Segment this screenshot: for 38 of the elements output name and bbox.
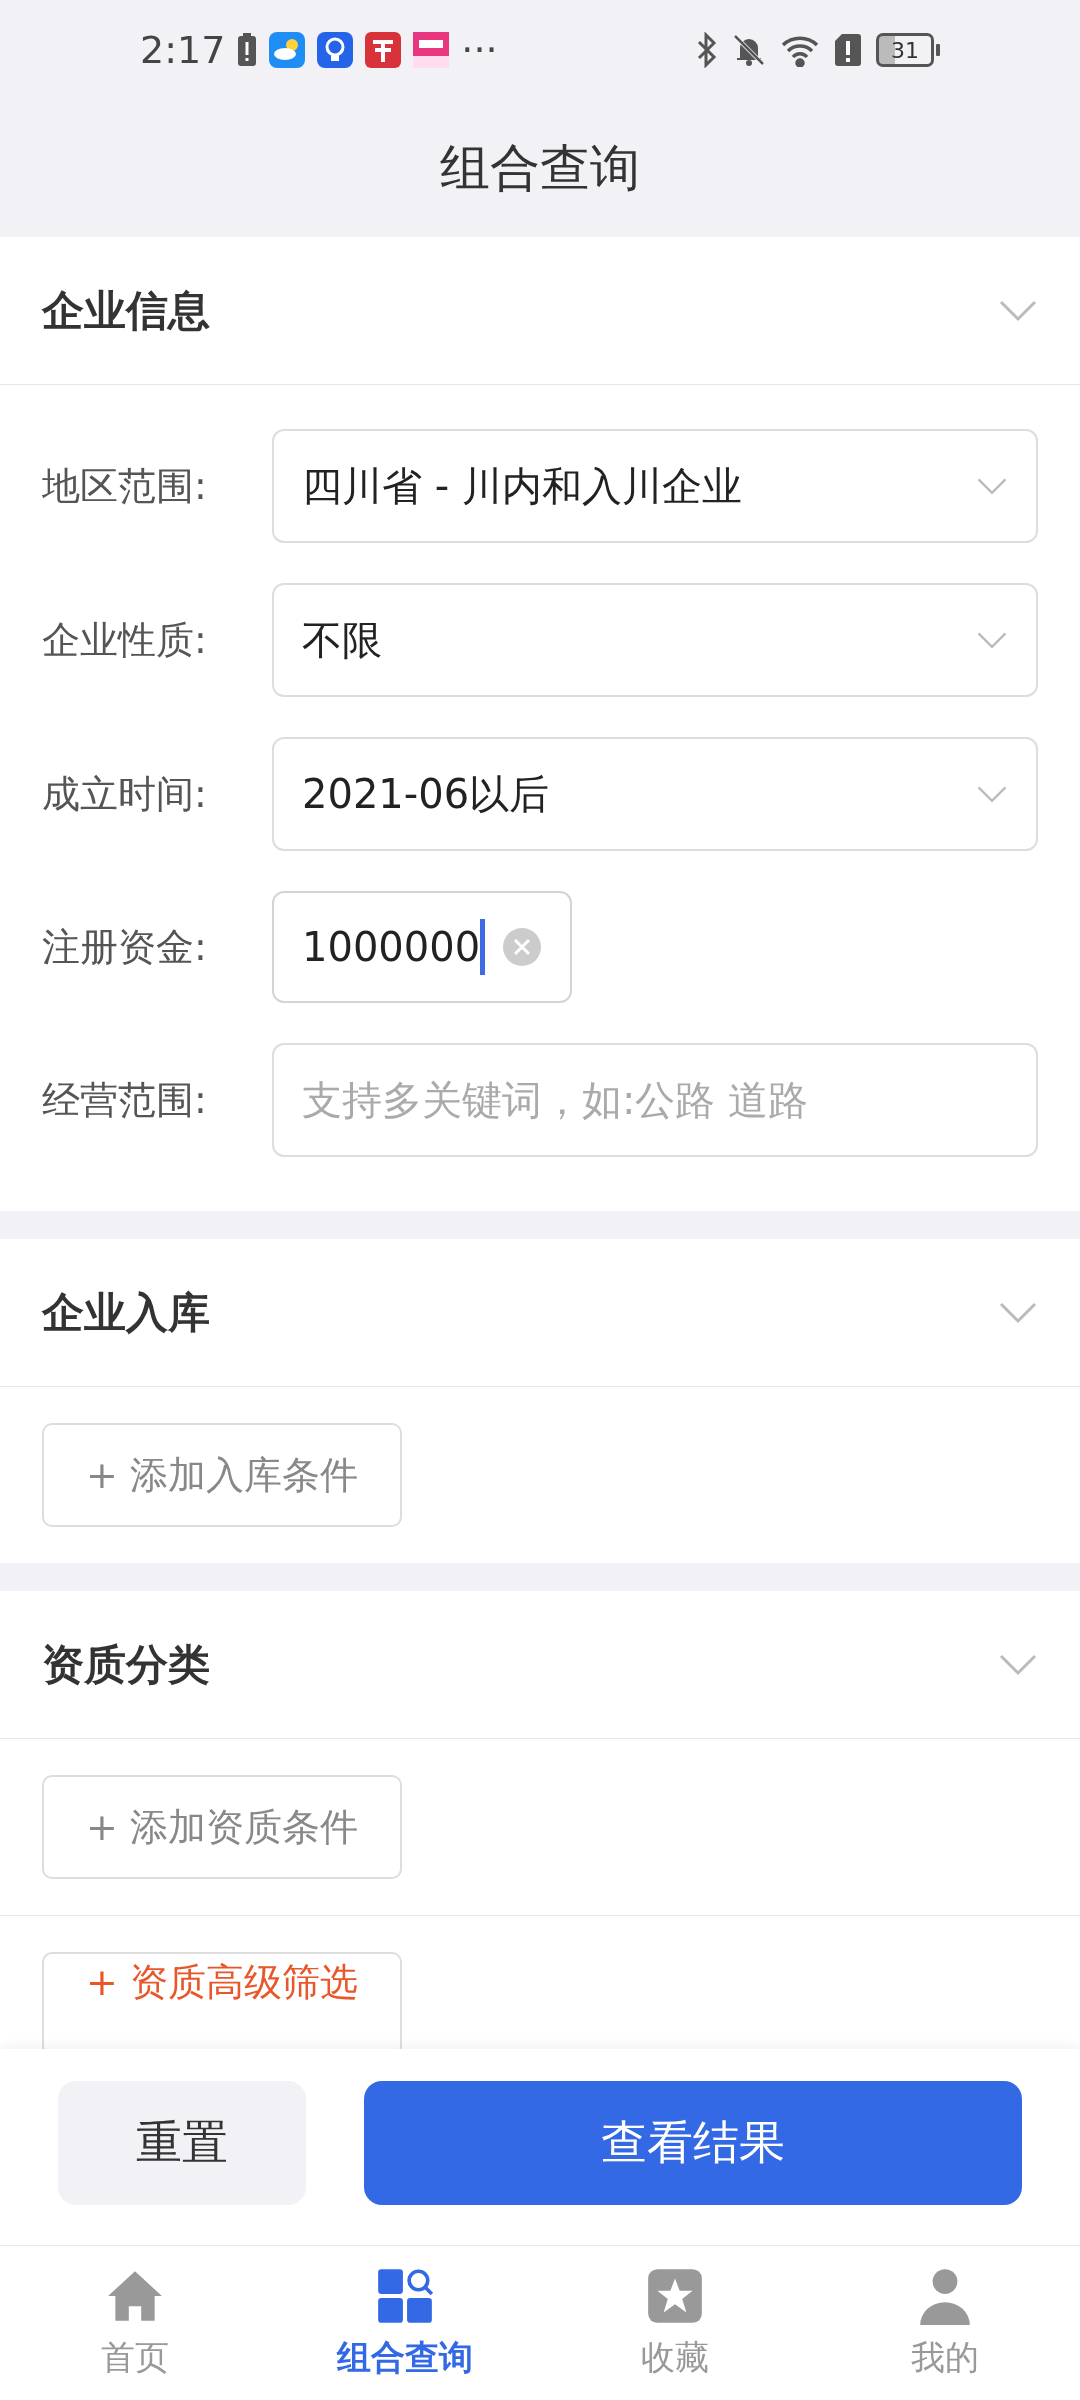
clear-icon[interactable] — [502, 927, 542, 967]
tab[interactable]: 我的 — [810, 2246, 1080, 2400]
text-cursor — [480, 919, 486, 975]
field-label: 经营范围: — [42, 1076, 208, 1124]
chevron-down-icon[interactable] — [998, 1300, 1038, 1325]
sim-alert-icon — [834, 33, 862, 67]
chevron-down-icon — [976, 630, 1008, 650]
tab[interactable]: 组合查询 — [270, 2246, 540, 2400]
reset-button[interactable]: 重置 — [58, 2081, 306, 2205]
more-notifications-text: ··· — [461, 28, 498, 72]
dropdown-field[interactable]: 四川省 - 川内和入川企业 — [272, 429, 1038, 543]
field-label: 注册资金: — [42, 923, 208, 971]
dropdown-field[interactable]: 不限 — [272, 583, 1038, 697]
input-field[interactable]: 1000000 — [272, 891, 572, 1003]
advanced-filter-button[interactable]: + 资质高级筛选 — [42, 1952, 402, 2049]
status-time: 2:17 — [140, 28, 226, 72]
tab[interactable]: 收藏 — [540, 2246, 810, 2400]
field-label: 成立时间: — [42, 770, 208, 818]
field-label: 地区范围: — [42, 462, 208, 510]
field-label: 企业性质: — [42, 616, 208, 664]
lightbulb-app-icon — [317, 32, 354, 68]
view-results-button[interactable]: 查看结果 — [364, 2081, 1022, 2205]
chevron-down-icon — [976, 784, 1008, 804]
tab[interactable]: 首页 — [0, 2246, 270, 2400]
page-title: 组合查询 — [440, 138, 640, 199]
add-condition-button[interactable]: + 添加入库条件 — [42, 1423, 402, 1527]
muted-bell-icon — [732, 33, 766, 67]
store-app-icon — [413, 32, 450, 68]
battery-alert-icon — [237, 33, 258, 67]
chevron-down-icon — [976, 476, 1008, 496]
add-condition-button[interactable]: + 添加资质条件 — [42, 1775, 402, 1879]
section-title: 企业信息 — [42, 284, 210, 337]
dropdown-field[interactable]: 2021-06以后 — [272, 737, 1038, 851]
bluetooth-icon — [696, 32, 718, 68]
section-title: 资质分类 — [42, 1638, 210, 1691]
chevron-down-icon[interactable] — [998, 298, 1038, 323]
weather-app-icon — [269, 32, 306, 68]
section-title: 企业入库 — [42, 1286, 210, 1339]
